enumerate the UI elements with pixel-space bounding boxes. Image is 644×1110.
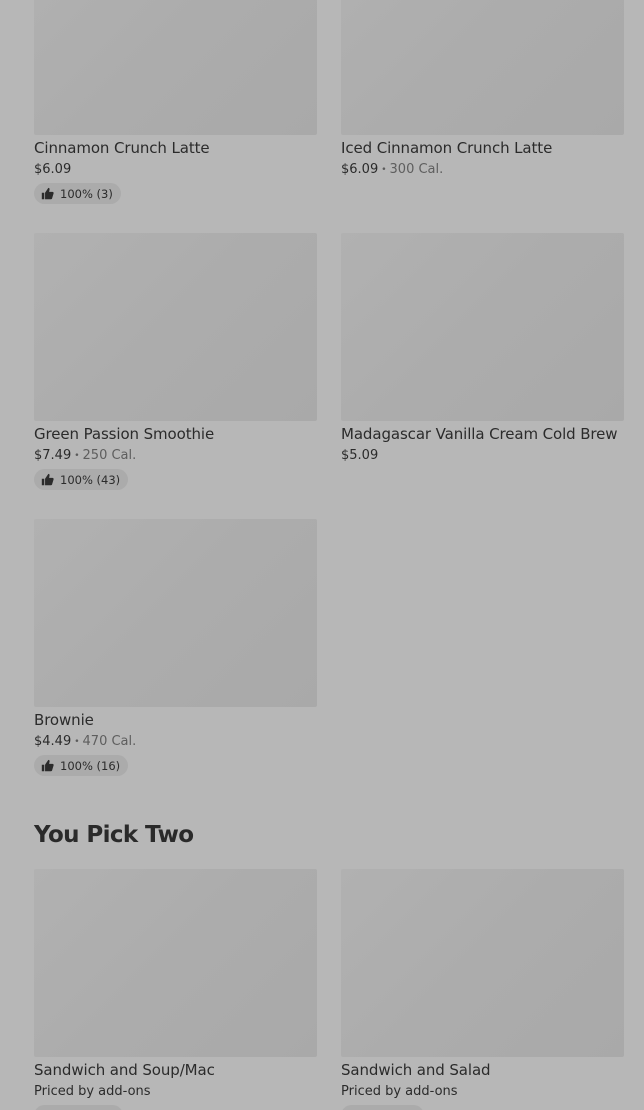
menu-item-price-note: Priced by add-ons <box>341 1084 458 1099</box>
menu-item-calories: 250 Cal. <box>82 448 137 463</box>
section-title: You Pick Two <box>34 822 194 848</box>
thumbs-up-icon <box>41 759 54 772</box>
menu-item-card[interactable]: Brownie $4.49 • 470 Cal. 100% (16) <box>34 519 317 776</box>
menu-item-meta: Priced by add-ons <box>34 1084 317 1100</box>
rating-badge: 100% (43) <box>34 469 129 490</box>
menu-item-name[interactable]: Brownie <box>34 711 317 729</box>
menu-item-image[interactable] <box>341 869 624 1057</box>
rating-badge <box>341 1105 424 1110</box>
menu-item-calories: 300 Cal. <box>389 162 444 177</box>
menu-item-card[interactable]: Madagascar Vanilla Cream Cold Brew $5.09 <box>341 233 624 464</box>
menu-item-image[interactable] <box>34 519 317 707</box>
menu-item-name[interactable]: Madagascar Vanilla Cream Cold Brew <box>341 425 624 443</box>
menu-item-meta: $6.09 <box>34 162 317 178</box>
menu-item-card[interactable]: Iced Cinnamon Crunch Latte $6.09 • 300 Cal… <box>341 0 624 178</box>
menu-item-price-note: Priced by add-ons <box>34 1084 151 1099</box>
menu-item-card[interactable]: Sandwich and Salad Priced by add-ons <box>341 869 624 1110</box>
menu-item-name[interactable]: Iced Cinnamon Crunch Latte <box>341 139 624 157</box>
rating-text: 100% (16) <box>60 758 121 773</box>
menu-item-price: $7.49 <box>34 448 72 463</box>
menu-item-image[interactable] <box>34 233 317 421</box>
menu-item-price: $6.09 <box>34 162 72 177</box>
menu-item-price: $5.09 <box>341 448 379 463</box>
menu-item-meta: Priced by add-ons <box>341 1084 624 1100</box>
thumbs-up-icon <box>41 473 54 486</box>
rating-badge: 100% (16) <box>34 755 129 776</box>
menu-item-card[interactable]: Cinnamon Crunch Latte $6.09 100% (3) <box>34 0 317 204</box>
menu-item-price: $4.49 <box>34 734 72 749</box>
rating-text: 100% (3) <box>60 186 113 201</box>
menu-page: Cinnamon Crunch Latte $6.09 100% (3) Ice… <box>0 0 644 1110</box>
menu-item-name[interactable]: Cinnamon Crunch Latte <box>34 139 317 157</box>
rating-badge <box>34 1105 123 1110</box>
menu-item-meta: $6.09 • 300 Cal. <box>341 162 624 178</box>
menu-item-image[interactable] <box>34 869 317 1057</box>
menu-item-name[interactable]: Sandwich and Soup/Mac <box>34 1061 317 1079</box>
thumbs-up-icon <box>41 187 54 200</box>
menu-item-meta: $4.49 • 470 Cal. <box>34 734 317 750</box>
menu-item-meta: $5.09 <box>341 448 624 464</box>
menu-item-image[interactable] <box>341 233 624 421</box>
menu-item-name[interactable]: Sandwich and Salad <box>341 1061 624 1079</box>
menu-item-calories: 470 Cal. <box>82 734 137 749</box>
separator-dot: • <box>74 737 80 747</box>
menu-item-name[interactable]: Green Passion Smoothie <box>34 425 317 443</box>
menu-item-price: $6.09 <box>341 162 379 177</box>
rating-badge: 100% (3) <box>34 183 121 204</box>
rating-text: 100% (43) <box>60 472 121 487</box>
menu-item-meta: $7.49 • 250 Cal. <box>34 448 317 464</box>
menu-item-card[interactable]: Sandwich and Soup/Mac Priced by add-ons <box>34 869 317 1110</box>
separator-dot: • <box>381 165 387 175</box>
menu-item-card[interactable]: Green Passion Smoothie $7.49 • 250 Cal. 10… <box>34 233 317 490</box>
menu-item-image[interactable] <box>34 0 317 135</box>
separator-dot: • <box>74 451 80 461</box>
menu-item-image[interactable] <box>341 0 624 135</box>
